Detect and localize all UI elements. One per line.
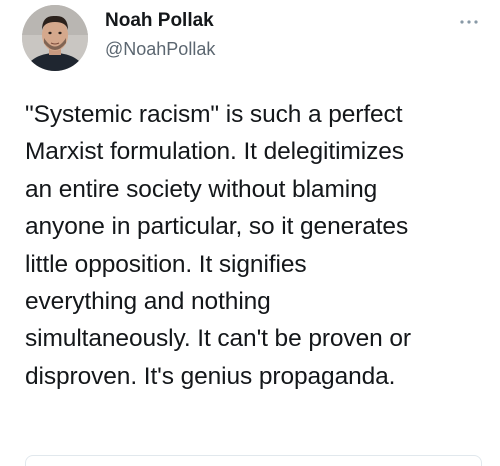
tweet-line: anyone in particular, so it generates: [25, 213, 409, 241]
author-handle[interactable]: @NoahPollak: [105, 39, 215, 60]
author-name[interactable]: Noah Pollak: [105, 10, 214, 32]
tweet-line: disproven. It's genius propaganda.: [25, 362, 396, 390]
avatar-photo: [22, 5, 88, 71]
tweet-line: Marxist formulation. It delegitimizes: [25, 138, 404, 166]
tweet-text: "Systemic racism" is such a perfect Marx…: [25, 96, 485, 395]
more-dots-icon[interactable]: [458, 14, 480, 24]
tweet-line: everything and nothing: [25, 288, 271, 316]
avatar[interactable]: [22, 5, 88, 71]
tweet-line: an entire society without blaming: [25, 175, 378, 203]
tweet-line: little opposition. It signifies: [25, 250, 307, 278]
card-bottom-edge: [25, 455, 482, 466]
tweet-line: "Systemic racism" is such a perfect: [25, 101, 403, 128]
tweet-card: Noah Pollak @NoahPollak "Systemic racism…: [0, 0, 500, 466]
tweet-line: simultaneously. It can't be proven or: [25, 325, 411, 353]
